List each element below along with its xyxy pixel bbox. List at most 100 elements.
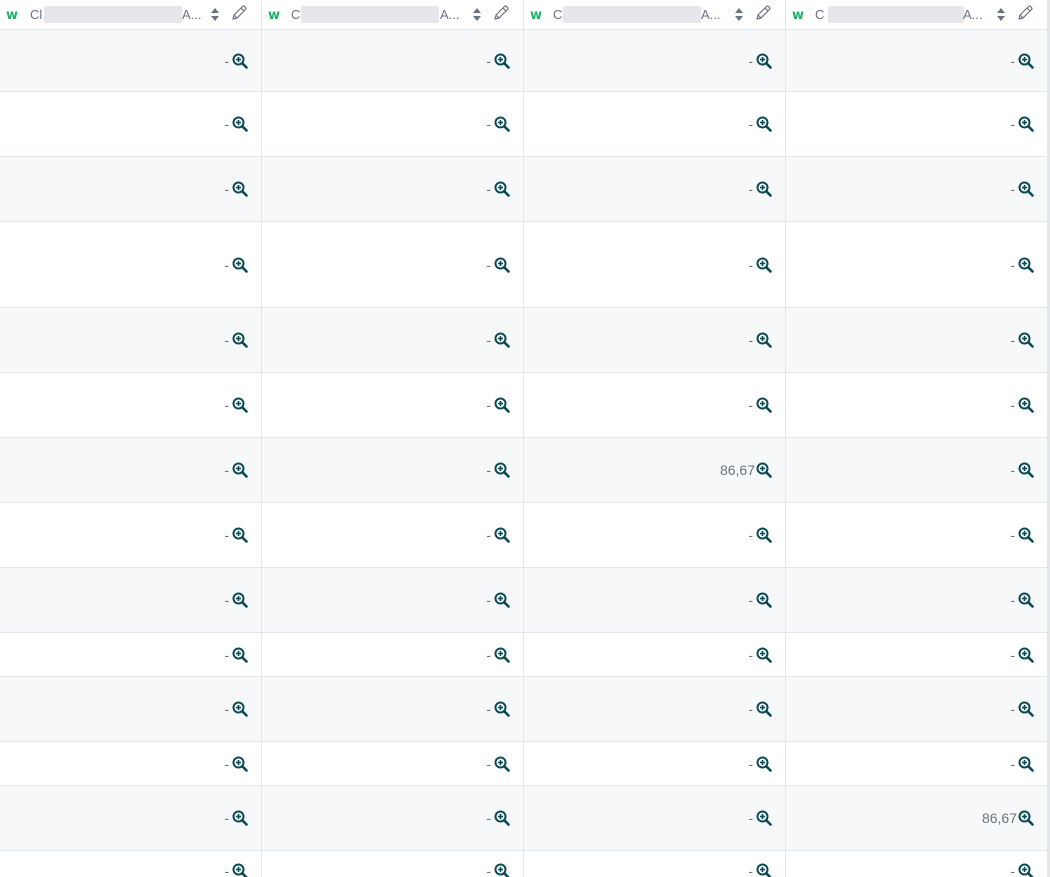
table-cell[interactable]: - bbox=[0, 786, 262, 850]
table-cell[interactable]: - bbox=[262, 30, 524, 91]
zoom-in-icon[interactable] bbox=[756, 397, 772, 413]
table-cell[interactable]: - bbox=[786, 30, 1048, 91]
zoom-in-icon[interactable] bbox=[232, 527, 248, 543]
zoom-in-icon[interactable] bbox=[1018, 701, 1034, 717]
sort-icon[interactable] bbox=[734, 7, 744, 22]
table-cell[interactable]: - bbox=[0, 373, 262, 437]
zoom-in-icon[interactable] bbox=[494, 116, 510, 132]
table-cell[interactable]: - bbox=[262, 503, 524, 567]
zoom-in-icon[interactable] bbox=[232, 863, 248, 877]
zoom-in-icon[interactable] bbox=[494, 863, 510, 877]
table-cell[interactable]: - bbox=[262, 742, 524, 785]
zoom-in-icon[interactable] bbox=[232, 116, 248, 132]
zoom-in-icon[interactable] bbox=[494, 756, 510, 772]
zoom-in-icon[interactable] bbox=[494, 592, 510, 608]
zoom-in-icon[interactable] bbox=[1018, 756, 1034, 772]
zoom-in-icon[interactable] bbox=[756, 810, 772, 826]
table-cell[interactable]: - bbox=[262, 438, 524, 502]
zoom-in-icon[interactable] bbox=[494, 181, 510, 197]
zoom-in-icon[interactable] bbox=[494, 332, 510, 348]
zoom-in-icon[interactable] bbox=[232, 647, 248, 663]
column-header-1[interactable]: w Cl A... bbox=[0, 0, 262, 29]
zoom-in-icon[interactable] bbox=[756, 116, 772, 132]
pencil-icon[interactable] bbox=[754, 4, 772, 22]
table-cell[interactable]: - bbox=[0, 222, 262, 307]
zoom-in-icon[interactable] bbox=[232, 701, 248, 717]
zoom-in-icon[interactable] bbox=[756, 181, 772, 197]
zoom-in-icon[interactable] bbox=[232, 756, 248, 772]
zoom-in-icon[interactable] bbox=[494, 701, 510, 717]
zoom-in-icon[interactable] bbox=[1018, 116, 1034, 132]
zoom-in-icon[interactable] bbox=[1018, 332, 1034, 348]
zoom-in-icon[interactable] bbox=[756, 332, 772, 348]
zoom-in-icon[interactable] bbox=[494, 527, 510, 543]
zoom-in-icon[interactable] bbox=[232, 257, 248, 273]
zoom-in-icon[interactable] bbox=[756, 647, 772, 663]
table-cell[interactable]: - bbox=[786, 92, 1048, 156]
zoom-in-icon[interactable] bbox=[756, 527, 772, 543]
zoom-in-icon[interactable] bbox=[232, 810, 248, 826]
zoom-in-icon[interactable] bbox=[1018, 53, 1034, 69]
zoom-in-icon[interactable] bbox=[756, 863, 772, 877]
table-cell[interactable]: - bbox=[262, 308, 524, 372]
zoom-in-icon[interactable] bbox=[232, 332, 248, 348]
table-cell[interactable]: - bbox=[524, 373, 786, 437]
sort-icon[interactable] bbox=[472, 7, 482, 22]
table-cell[interactable]: - bbox=[524, 677, 786, 741]
pencil-icon[interactable] bbox=[492, 4, 510, 22]
table-cell[interactable]: - bbox=[524, 30, 786, 91]
zoom-in-icon[interactable] bbox=[494, 462, 510, 478]
table-cell[interactable]: - bbox=[0, 30, 262, 91]
table-cell[interactable]: - bbox=[0, 742, 262, 785]
table-cell[interactable]: - bbox=[524, 568, 786, 632]
zoom-in-icon[interactable] bbox=[1018, 527, 1034, 543]
zoom-in-icon[interactable] bbox=[756, 462, 772, 478]
zoom-in-icon[interactable] bbox=[756, 756, 772, 772]
zoom-in-icon[interactable] bbox=[494, 810, 510, 826]
zoom-in-icon[interactable] bbox=[1018, 647, 1034, 663]
table-cell[interactable]: - bbox=[524, 633, 786, 676]
table-cell[interactable]: - bbox=[786, 742, 1048, 785]
zoom-in-icon[interactable] bbox=[1018, 810, 1034, 826]
zoom-in-icon[interactable] bbox=[232, 53, 248, 69]
table-cell[interactable]: - bbox=[262, 633, 524, 676]
table-cell[interactable]: - bbox=[786, 438, 1048, 502]
table-cell[interactable]: - bbox=[262, 568, 524, 632]
table-cell[interactable]: - bbox=[0, 438, 262, 502]
zoom-in-icon[interactable] bbox=[232, 462, 248, 478]
sort-icon[interactable] bbox=[996, 7, 1006, 22]
table-cell[interactable]: - bbox=[0, 503, 262, 567]
zoom-in-icon[interactable] bbox=[494, 647, 510, 663]
table-cell[interactable]: - bbox=[786, 157, 1048, 221]
zoom-in-icon[interactable] bbox=[756, 53, 772, 69]
table-cell[interactable]: 86,67 bbox=[786, 786, 1048, 850]
zoom-in-icon[interactable] bbox=[756, 701, 772, 717]
table-cell[interactable]: - bbox=[786, 308, 1048, 372]
table-cell[interactable]: - bbox=[786, 568, 1048, 632]
table-cell[interactable]: - bbox=[0, 633, 262, 676]
table-cell[interactable]: - bbox=[786, 503, 1048, 567]
pencil-icon[interactable] bbox=[230, 4, 248, 22]
table-cell[interactable]: - bbox=[524, 222, 786, 307]
table-cell[interactable]: - bbox=[262, 157, 524, 221]
zoom-in-icon[interactable] bbox=[1018, 462, 1034, 478]
zoom-in-icon[interactable] bbox=[1018, 181, 1034, 197]
table-cell[interactable]: - bbox=[524, 503, 786, 567]
table-cell[interactable]: - bbox=[524, 786, 786, 850]
table-cell[interactable]: - bbox=[524, 851, 786, 877]
table-cell[interactable]: - bbox=[786, 677, 1048, 741]
zoom-in-icon[interactable] bbox=[232, 592, 248, 608]
sort-icon[interactable] bbox=[210, 7, 220, 22]
table-cell[interactable]: - bbox=[0, 677, 262, 741]
zoom-in-icon[interactable] bbox=[1018, 592, 1034, 608]
zoom-in-icon[interactable] bbox=[756, 257, 772, 273]
table-cell[interactable]: - bbox=[786, 633, 1048, 676]
zoom-in-icon[interactable] bbox=[494, 53, 510, 69]
table-cell[interactable]: - bbox=[262, 786, 524, 850]
zoom-in-icon[interactable] bbox=[494, 257, 510, 273]
table-cell[interactable]: - bbox=[262, 851, 524, 877]
table-cell[interactable]: - bbox=[0, 308, 262, 372]
zoom-in-icon[interactable] bbox=[756, 592, 772, 608]
table-cell[interactable]: 86,67 bbox=[524, 438, 786, 502]
zoom-in-icon[interactable] bbox=[494, 397, 510, 413]
